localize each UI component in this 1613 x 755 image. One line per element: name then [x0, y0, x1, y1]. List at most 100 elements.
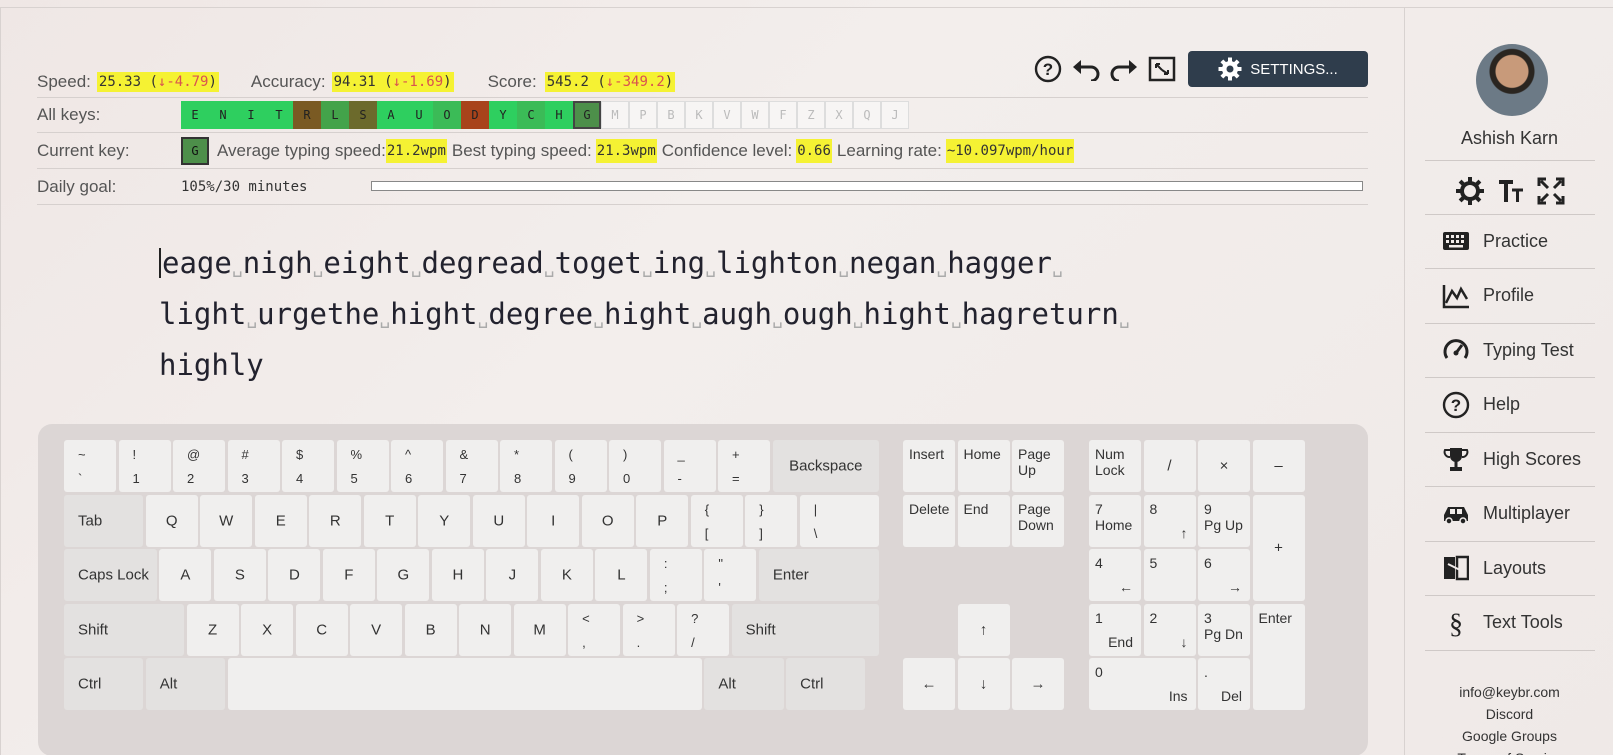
text-size-icon[interactable]	[1497, 176, 1525, 206]
username[interactable]: Ashish Karn	[1405, 128, 1613, 149]
keycap-enter: Enter	[758, 549, 879, 601]
keycap-v: V	[350, 603, 403, 656]
nav-label: Profile	[1483, 285, 1535, 305]
help-icon[interactable]: ?	[1032, 53, 1064, 85]
practice-text[interactable]: eage␣nigh␣eight␣degread␣toget␣ing␣lighto…	[159, 240, 1259, 388]
fullscreen-icon[interactable]	[1146, 53, 1178, 85]
keycap-4: 4 ←	[1089, 549, 1141, 601]
space-marker: ␣	[477, 308, 489, 329]
avg-speed-value: 21.2wpm	[385, 138, 447, 163]
daily-goal-row: Daily goal: 105%/30 minutes	[37, 169, 1368, 205]
keycap-caps-lock: Caps Lock	[64, 549, 157, 601]
keycap-*: * 8	[500, 440, 552, 492]
space-marker: ␣	[543, 257, 555, 278]
best-speed-label: Best typing speed:	[451, 140, 592, 160]
practice-word: lighton	[715, 246, 839, 280]
keycap-{: {[	[690, 494, 743, 547]
keycap-!: ! 1	[118, 440, 171, 492]
nav-item-typing-test[interactable]: Typing Test	[1425, 323, 1595, 378]
svg-text:?: ?	[1043, 60, 1053, 79]
keycap-%: % 5	[336, 440, 389, 492]
keycap-:: :;	[649, 549, 702, 601]
keycap-s: S	[213, 549, 266, 601]
keycap-?: ? /	[677, 603, 730, 656]
help-icon: ?	[1441, 390, 1471, 420]
keycap-g: G	[377, 549, 430, 601]
keycap-&: & 7	[445, 440, 498, 492]
keycap-page-up: Page Up	[1012, 440, 1064, 492]
speed-number: 25.33	[98, 74, 142, 90]
footer-link-email[interactable]: info@keybr.com	[1405, 681, 1613, 703]
space-marker: ␣	[1051, 257, 1063, 278]
keycap-#: #3	[227, 440, 280, 492]
space-marker: ␣	[246, 308, 258, 329]
nav-label: Practice	[1483, 230, 1549, 251]
keycap-/: /	[1143, 440, 1196, 492]
practice-word: hight	[603, 297, 692, 331]
keycap-b: B	[404, 603, 457, 656]
nav-item-high-scores[interactable]: High Scores	[1425, 432, 1595, 487]
space-marker: ␣	[231, 257, 243, 278]
speed-value: 25.33 (↓-4.79)	[96, 72, 219, 92]
practice-word: ing	[652, 246, 706, 280]
accuracy-label: Accuracy:	[250, 72, 326, 91]
undo-icon[interactable]	[1070, 53, 1102, 85]
nav-item-multiplayer[interactable]: Multiplayer	[1425, 487, 1595, 542]
keycap-u: U	[472, 494, 525, 547]
confidence-label: Confidence level:	[661, 140, 793, 160]
speed-label: Speed:	[37, 72, 91, 91]
keycap-↓: ↓	[957, 658, 1010, 710]
nav-item-help[interactable]: ? Help	[1425, 378, 1595, 433]
keycap-3-pg-dn: 3 Pg Dn	[1198, 603, 1250, 656]
practice-word: negan	[849, 246, 937, 280]
all-keys-row: All keys: ENITRLSAUODYCHGMPBKVWFZXQJ	[37, 97, 1368, 133]
footer-links: info@keybr.com Discord Google Groups Ter…	[1405, 681, 1613, 755]
key-indicator-t: T	[265, 101, 293, 129]
space-marker: ␣	[705, 257, 716, 278]
keycap-a: A	[159, 549, 212, 601]
practice-word: degree	[488, 297, 594, 331]
confidence-value: 0.66	[796, 138, 832, 163]
keycap-←: ←	[903, 658, 955, 710]
daily-goal-label: Daily goal:	[37, 176, 117, 196]
redo-icon[interactable]	[1108, 53, 1140, 85]
practice-word: eight	[323, 246, 411, 280]
theme-icon[interactable]	[1455, 176, 1485, 206]
footer-link-discord[interactable]: Discord	[1405, 703, 1613, 725]
nav-label: High Scores	[1483, 448, 1582, 469]
keycap-~: ~ `	[64, 440, 116, 492]
keycap-(: (9	[554, 440, 607, 492]
footer-link-google-groups[interactable]: Google Groups	[1405, 725, 1613, 747]
space-marker: ␣	[852, 308, 864, 329]
keyboard-icon	[1441, 226, 1471, 256]
practice-word: eage	[162, 246, 232, 280]
nav-item-profile[interactable]: Profile	[1425, 269, 1595, 324]
best-speed-value: 21.3wpm	[595, 138, 657, 163]
footer-link-terms[interactable]: Terms of Service	[1405, 747, 1613, 755]
nav-item-practice[interactable]: Practice	[1425, 214, 1595, 269]
key-indicator-u: U	[405, 101, 433, 129]
learning-rate-label: Learning rate:	[836, 140, 942, 160]
avatar[interactable]	[1476, 44, 1548, 116]
settings-label: SETTINGS...	[1250, 60, 1338, 78]
space-marker: ␣	[593, 308, 604, 329]
score-value: 545.2 (↓-349.2)	[544, 72, 676, 92]
keycap-backspace: Backspace	[772, 440, 879, 492]
keycap-$: $4	[282, 440, 334, 492]
keycap-+: +	[1252, 494, 1305, 601]
keycap-–: –	[1252, 440, 1305, 492]
score-number: 545.2	[546, 74, 589, 90]
keycap-end: End	[957, 494, 1010, 547]
space-marker: ␣	[641, 257, 653, 278]
key-indicator-a: A	[377, 101, 405, 129]
fullscreen-expand-icon[interactable]	[1537, 176, 1565, 206]
nav-item-layouts[interactable]: Layouts	[1425, 541, 1595, 596]
keycap-alt: Alt	[145, 658, 225, 710]
key-indicator-q: Q	[853, 101, 881, 129]
nav-item-text-tools[interactable]: § Text Tools	[1425, 596, 1595, 651]
keycap-k: K	[540, 549, 593, 601]
keycap-z: Z	[186, 603, 239, 656]
settings-button[interactable]: SETTINGS...	[1188, 51, 1368, 87]
current-key-label: Current key:	[37, 140, 130, 160]
nav-label: Help	[1483, 394, 1521, 414]
